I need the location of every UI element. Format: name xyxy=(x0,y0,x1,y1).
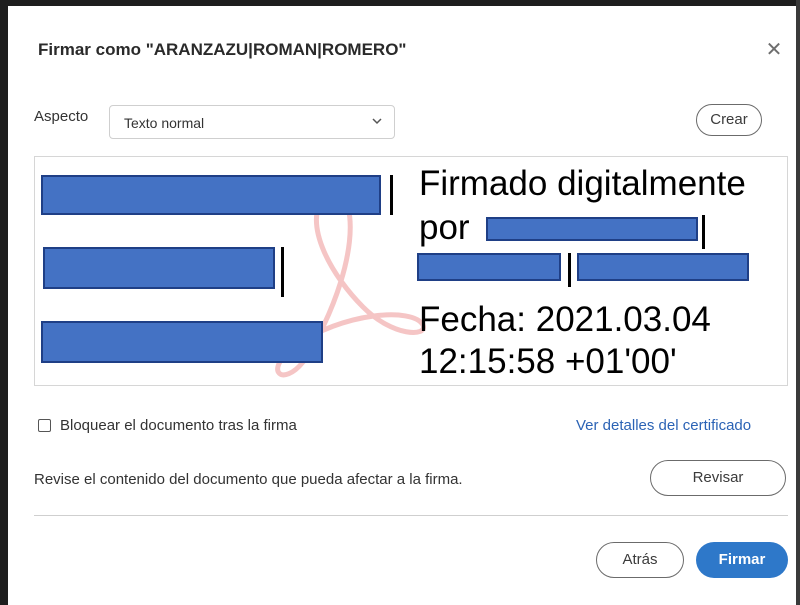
separator-bar xyxy=(281,247,284,297)
redacted-signer-part-1 xyxy=(486,217,698,241)
close-icon[interactable]: ✕ xyxy=(764,40,784,60)
redacted-signer-part-3 xyxy=(577,253,749,281)
signature-time-line: 12:15:58 +01'00' xyxy=(419,342,677,381)
dialog-title: Firmar como "ARANZAZU|ROMAN|ROMERO" xyxy=(38,40,407,59)
aspect-label: Aspecto xyxy=(34,108,89,125)
separator-bar xyxy=(568,253,571,287)
signature-line-2: por xyxy=(419,208,470,247)
chevron-down-icon xyxy=(372,118,382,125)
signature-date-line: Fecha: 2021.03.04 xyxy=(419,300,711,339)
signature-line-1: Firmado digitalmente xyxy=(419,164,746,203)
signature-preview: Firmado digitalmente por Fecha: 2021.03.… xyxy=(34,156,788,386)
redacted-name-part-1 xyxy=(41,175,381,215)
window-frame-right xyxy=(796,0,800,605)
aspect-select[interactable]: Texto normal xyxy=(109,105,395,139)
review-note: Revise el contenido del documento que pu… xyxy=(34,471,463,488)
lock-document-label[interactable]: Bloquear el documento tras la firma xyxy=(60,417,297,434)
review-button[interactable]: Revisar xyxy=(650,460,786,496)
separator-bar xyxy=(390,175,393,215)
window-frame-left xyxy=(0,0,8,605)
separator-bar xyxy=(702,215,705,249)
redacted-name-part-3 xyxy=(41,321,323,363)
sign-button[interactable]: Firmar xyxy=(696,542,788,578)
redacted-name-part-2 xyxy=(43,247,275,289)
footer-divider xyxy=(34,515,788,516)
sign-dialog: Firmar como "ARANZAZU|ROMAN|ROMERO" ✕ As… xyxy=(8,6,796,605)
back-button[interactable]: Atrás xyxy=(596,542,684,578)
lock-document-checkbox[interactable] xyxy=(38,419,51,432)
aspect-selected-value: Texto normal xyxy=(124,115,205,131)
create-button[interactable]: Crear xyxy=(696,104,762,136)
certificate-details-link[interactable]: Ver detalles del certificado xyxy=(576,417,751,434)
redacted-signer-part-2 xyxy=(417,253,561,281)
